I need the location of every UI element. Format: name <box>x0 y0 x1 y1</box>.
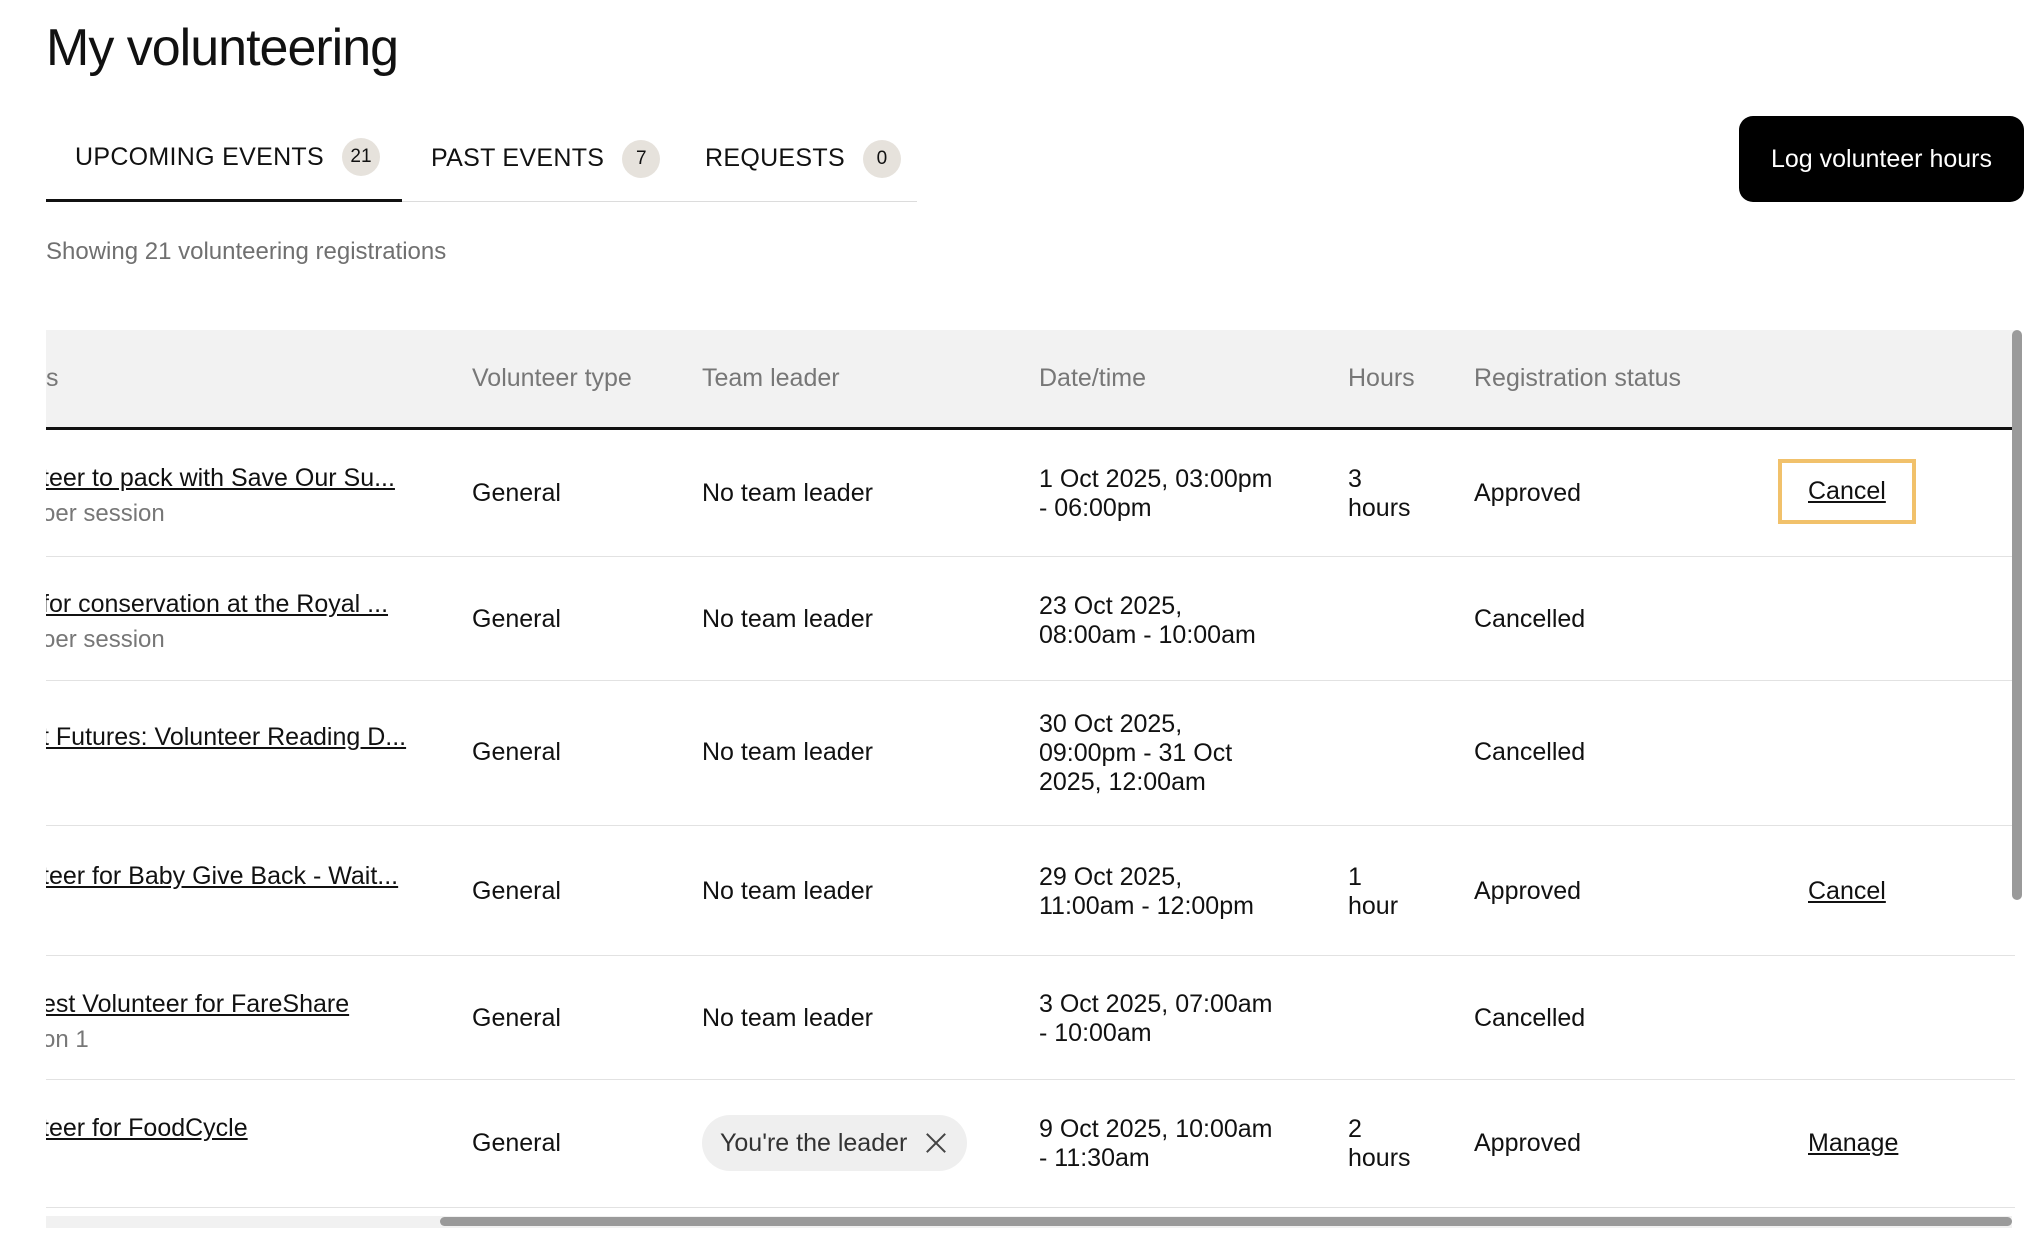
date-time-line: 2025, 12:00am <box>1039 768 1206 796</box>
header-team-leader: Team leader <box>702 364 840 392</box>
tab-requests[interactable]: REQUESTS 0 <box>705 115 901 202</box>
registration-status: Cancelled <box>1474 738 1586 766</box>
volunteer-type: General <box>472 605 561 633</box>
date-time-line: 9 Oct 2025, 10:00am <box>1039 1115 1273 1143</box>
table-row: t Futures: Volunteer Reading D... Genera… <box>46 681 2015 826</box>
hours-line: hours <box>1348 494 1411 522</box>
date-time-line: 23 Oct 2025, <box>1039 592 1183 620</box>
event-title-link[interactable]: t Futures: Volunteer Reading D... <box>46 723 406 752</box>
table-row: teer for FoodCycle General You're the le… <box>46 1080 2015 1208</box>
event-title-link[interactable]: for conservation at the Royal ... <box>46 590 388 619</box>
event-subtitle: oer session <box>46 500 165 527</box>
hours-line: 3 <box>1348 465 1362 493</box>
log-volunteer-hours-button[interactable]: Log volunteer hours <box>1739 116 2024 202</box>
event-subtitle: oer session <box>46 626 165 653</box>
registration-status: Cancelled <box>1474 1004 1586 1032</box>
header-hours: Hours <box>1348 364 1415 392</box>
tab-count-badge: 7 <box>622 139 661 178</box>
date-time-line: 1 Oct 2025, 03:00pm <box>1039 465 1273 493</box>
date-time: 23 Oct 2025, 08:00am - 10:00am <box>1039 592 1256 650</box>
date-time-line: 29 Oct 2025, <box>1039 863 1183 891</box>
team-leader-chip-label: You're the leader <box>720 1128 908 1157</box>
date-time: 3 Oct 2025, 07:00am - 10:00am <box>1039 990 1272 1048</box>
date-time: 1 Oct 2025, 03:00pm - 06:00pm <box>1039 465 1272 523</box>
registration-status: Cancelled <box>1474 605 1586 633</box>
date-time-line: - 10:00am <box>1039 1019 1152 1047</box>
date-time-line: 08:00am - 10:00am <box>1039 621 1256 649</box>
event-title-link[interactable]: teer for Baby Give Back - Wait... <box>46 862 398 891</box>
close-icon[interactable] <box>923 1130 949 1156</box>
date-time-line: 30 Oct 2025, <box>1039 710 1183 738</box>
header-event: s <box>46 364 59 392</box>
cancel-registration-link[interactable]: Cancel <box>1778 459 1916 524</box>
tab-label: UPCOMING EVENTS <box>75 142 324 171</box>
registration-status: Approved <box>1474 479 1582 507</box>
registration-status: Approved <box>1474 877 1582 905</box>
table-row: est Volunteer for FareShare on 1 General… <box>46 956 2015 1080</box>
volunteer-type: General <box>472 738 561 766</box>
manage-link[interactable]: Manage <box>1808 1129 1898 1158</box>
page-title: My volunteering <box>46 19 399 77</box>
hours-line: 1 <box>1348 863 1362 891</box>
date-time-line: 3 Oct 2025, 07:00am <box>1039 990 1273 1018</box>
date-time-line: 11:00am - 12:00pm <box>1039 892 1254 920</box>
date-time: 9 Oct 2025, 10:00am - 11:30am <box>1039 1115 1272 1173</box>
hours: 3 hours <box>1348 465 1411 523</box>
event-title-link[interactable]: est Volunteer for FareShare <box>46 990 349 1019</box>
header-date-time: Date/time <box>1039 364 1146 392</box>
hours: 2 hours <box>1348 1115 1411 1173</box>
event-subtitle: on 1 <box>46 1026 89 1053</box>
tab-label: REQUESTS <box>705 144 845 172</box>
tab-label: PAST EVENTS <box>431 144 605 172</box>
horizontal-scrollbar-thumb[interactable] <box>440 1217 2012 1226</box>
page: My volunteering UPCOMING EVENTS 21 PAST … <box>0 0 2038 1260</box>
date-time: 30 Oct 2025, 09:00pm - 31 Oct 2025, 12:0… <box>1039 710 1232 797</box>
header-registration-status: Registration status <box>1474 364 1682 392</box>
team-leader: No team leader <box>702 479 873 507</box>
team-leader: No team leader <box>702 605 873 633</box>
volunteer-type: General <box>472 1004 561 1032</box>
results-count-text: Showing 21 volunteering registrations <box>46 238 447 265</box>
team-leader-chip: You're the leader <box>702 1115 968 1171</box>
table-row: for conservation at the Royal ... oer se… <box>46 557 2015 681</box>
registrations-table: s Volunteer type Team leader Date/time H… <box>46 330 2015 1230</box>
volunteer-type: General <box>472 479 561 507</box>
event-title-link[interactable]: teer for FoodCycle <box>46 1114 248 1143</box>
tab-upcoming-events[interactable]: UPCOMING EVENTS 21 <box>46 115 402 202</box>
date-time-line: - 11:30am <box>1039 1144 1150 1172</box>
tab-count-badge: 21 <box>341 138 380 176</box>
table-header: s Volunteer type Team leader Date/time H… <box>46 330 2015 430</box>
hours: 1 hour <box>1348 863 1398 921</box>
tab-count-badge: 0 <box>862 139 901 178</box>
vertical-scrollbar-thumb[interactable] <box>2012 330 2022 900</box>
registration-status: Approved <box>1474 1129 1582 1157</box>
table-row: teer for Baby Give Back - Wait... Genera… <box>46 826 2015 956</box>
team-leader: No team leader <box>702 1004 873 1032</box>
team-leader: No team leader <box>702 738 873 766</box>
hours-line: hours <box>1348 1144 1411 1172</box>
event-title-link[interactable]: teer to pack with Save Our Su... <box>46 464 395 493</box>
table-row: teer to pack with Save Our Su... oer ses… <box>46 430 2015 557</box>
tab-past-events[interactable]: PAST EVENTS 7 <box>402 115 661 202</box>
date-time-line: - 06:00pm <box>1039 494 1152 522</box>
hours-line: hour <box>1348 892 1399 920</box>
date-time: 29 Oct 2025, 11:00am - 12:00pm <box>1039 863 1254 921</box>
hours-line: 2 <box>1348 1115 1362 1143</box>
tab-bar: UPCOMING EVENTS 21 PAST EVENTS 7 REQUEST… <box>46 115 917 202</box>
volunteer-type: General <box>472 877 561 905</box>
header-volunteer-type: Volunteer type <box>472 364 632 392</box>
team-leader: No team leader <box>702 877 873 905</box>
date-time-line: 09:00pm - 31 Oct <box>1039 739 1233 767</box>
cancel-registration-link[interactable]: Cancel <box>1808 877 1886 906</box>
volunteer-type: General <box>472 1129 561 1157</box>
